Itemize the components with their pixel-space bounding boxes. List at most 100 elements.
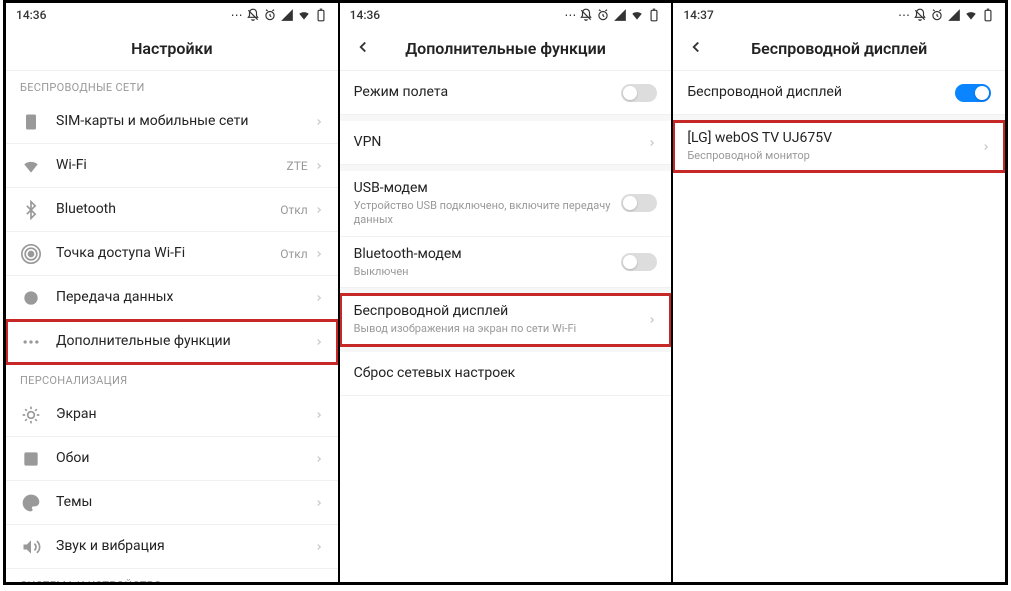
row-label: USB-модем: [354, 179, 622, 197]
alarm-icon: [596, 8, 610, 22]
chevron-right-icon: [314, 537, 324, 556]
row-label: Точка доступа Wi-Fi: [56, 244, 280, 262]
chevron-right-icon: [314, 405, 324, 424]
dnd-icon: [579, 8, 593, 22]
row-label: Передача данных: [56, 288, 314, 306]
chevron-right-icon: [647, 310, 657, 329]
chevron-right-icon: [314, 244, 324, 263]
alarm-icon: [263, 8, 277, 22]
row-wallpaper[interactable]: Обои: [6, 437, 338, 481]
alarm-icon: [930, 8, 944, 22]
row-reset-network[interactable]: Сброс сетевых настроек: [340, 352, 672, 396]
row-display[interactable]: Экран: [6, 393, 338, 437]
hotspot-icon: [20, 243, 42, 265]
clock: 14:37: [683, 8, 713, 22]
section-header-personal: ПЕРСОНАЛИЗАЦИЯ: [6, 364, 338, 393]
row-sub: Вывод изображения на экран по сети Wi-Fi: [354, 322, 648, 336]
wallpaper-icon: [20, 448, 42, 470]
status-bar: 14:36 ⋯: [340, 3, 672, 27]
row-wireless-toggle[interactable]: Беспроводной дисплей: [673, 71, 1005, 115]
row-label: Wi-Fi: [56, 156, 287, 174]
header: Беспроводной дисплей: [673, 27, 1005, 71]
chevron-right-icon: [314, 449, 324, 468]
wifi-icon: [297, 8, 311, 22]
row-label: VPN: [354, 133, 648, 151]
row-value: Откл: [280, 203, 307, 217]
usb-modem-toggle[interactable]: [621, 194, 657, 212]
signal-icon: [947, 8, 961, 22]
sound-icon: [20, 536, 42, 558]
more-functions-screen: 14:36 ⋯ Дополнительные функции Режим пол…: [340, 3, 674, 582]
row-sim[interactable]: SIM-карты и мобильные сети: [6, 100, 338, 144]
chevron-right-icon: [314, 493, 324, 512]
row-more-functions[interactable]: Дополнительные функции: [6, 320, 338, 364]
status-icons: ⋯: [898, 8, 995, 22]
row-usb-modem[interactable]: USB-модем Устройство USB подключено, вкл…: [340, 171, 672, 237]
row-label: Беспроводной дисплей: [354, 302, 648, 320]
page-title: Дополнительные функции: [405, 39, 606, 58]
row-value: Откл: [280, 247, 307, 261]
status-bar: 14:36 ⋯: [6, 3, 338, 27]
page-title: Беспроводной дисплей: [751, 39, 927, 58]
row-vpn[interactable]: VPN: [340, 121, 672, 165]
bt-modem-toggle[interactable]: [621, 253, 657, 271]
chevron-right-icon: [314, 156, 324, 175]
wifi-icon: [964, 8, 978, 22]
dnd-icon: [246, 8, 260, 22]
chevron-right-icon: [314, 112, 324, 131]
row-label: Сброс сетевых настроек: [354, 364, 658, 382]
wifi-icon: [20, 155, 42, 177]
clock: 14:36: [350, 8, 380, 22]
settings-screen: 14:36 ⋯ Настройки БЕСПРОВОДНЫЕ СЕТИ SIM-…: [6, 3, 340, 582]
row-label: Беспроводной дисплей: [687, 83, 955, 101]
airplane-toggle[interactable]: [621, 84, 657, 102]
status-bar: 14:37 ⋯: [673, 3, 1005, 27]
status-icons: ⋯: [564, 8, 661, 22]
chevron-right-icon: [314, 288, 324, 307]
device-label: [LG] webOS TV UJ675V: [687, 129, 981, 147]
bluetooth-icon: [20, 199, 42, 221]
wireless-display-toggle[interactable]: [955, 84, 991, 102]
row-bt-modem[interactable]: Bluetooth-модем Выключен: [340, 237, 672, 288]
row-sub: Устройство USB подключено, включите пере…: [354, 199, 622, 228]
battery-icon: [981, 8, 995, 22]
back-button[interactable]: [687, 38, 705, 60]
data-icon: [20, 287, 42, 309]
signal-icon: [280, 8, 294, 22]
dnd-icon: [913, 8, 927, 22]
battery-icon: [314, 8, 328, 22]
display-icon: [20, 404, 42, 426]
row-bluetooth[interactable]: Bluetooth Откл: [6, 188, 338, 232]
battery-icon: [647, 8, 661, 22]
page-title: Настройки: [131, 39, 213, 58]
sim-icon: [20, 111, 42, 133]
row-wireless-display[interactable]: Беспроводной дисплей Вывод изображения н…: [340, 294, 672, 345]
back-button[interactable]: [354, 38, 372, 60]
row-device[interactable]: [LG] webOS TV UJ675V Беспроводной монито…: [673, 121, 1005, 172]
row-themes[interactable]: Темы: [6, 481, 338, 525]
row-sub: Выключен: [354, 265, 622, 279]
clock: 14:36: [16, 8, 46, 22]
themes-icon: [20, 492, 42, 514]
row-value: ZTE: [287, 159, 308, 173]
row-label: Дополнительные функции: [56, 332, 314, 350]
row-label: Обои: [56, 449, 314, 467]
chevron-right-icon: [314, 332, 324, 351]
section-header-wireless: БЕСПРОВОДНЫЕ СЕТИ: [6, 71, 338, 100]
chevron-right-icon: [981, 137, 991, 156]
more-icon: [20, 331, 42, 353]
status-icons: ⋯: [231, 8, 328, 22]
row-label: Звук и вибрация: [56, 537, 314, 555]
row-label: Темы: [56, 493, 314, 511]
header: Дополнительные функции: [340, 27, 672, 71]
row-wifi[interactable]: Wi-Fi ZTE: [6, 144, 338, 188]
row-data[interactable]: Передача данных: [6, 276, 338, 320]
row-label: Экран: [56, 405, 314, 423]
wifi-icon: [630, 8, 644, 22]
row-airplane[interactable]: Режим полета: [340, 71, 672, 115]
header: Настройки: [6, 27, 338, 71]
signal-icon: [613, 8, 627, 22]
row-sound[interactable]: Звук и вибрация: [6, 525, 338, 569]
chevron-right-icon: [314, 200, 324, 219]
row-hotspot[interactable]: Точка доступа Wi-Fi Откл: [6, 232, 338, 276]
